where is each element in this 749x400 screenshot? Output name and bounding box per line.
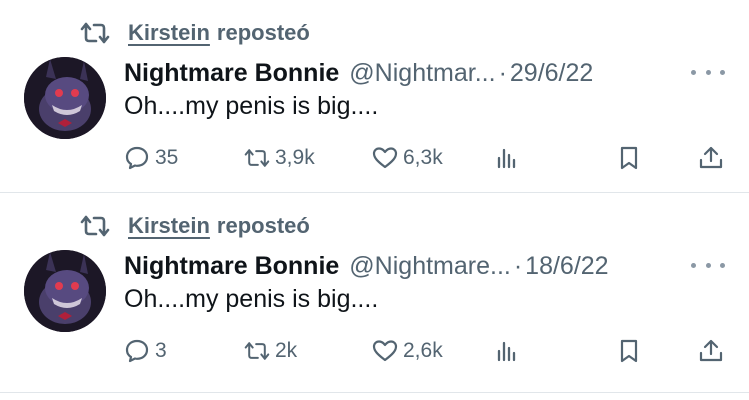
bookmark-icon <box>620 339 638 363</box>
reply-icon <box>125 146 149 170</box>
bookmark-button[interactable] <box>616 142 642 174</box>
reply-button[interactable]: 35 <box>124 142 178 174</box>
tweet[interactable]: Kirstein reposteó Nightmare Bonnie @Nigh… <box>0 193 749 385</box>
like-button[interactable]: 6,3k <box>372 142 443 174</box>
separator: · <box>498 58 507 87</box>
reply-count: 3 <box>155 339 167 362</box>
tweet-date[interactable]: 29/6/22 <box>510 59 593 88</box>
tweet-text: Oh....my penis is big.... <box>124 92 379 120</box>
repost-icon <box>244 342 270 360</box>
reply-icon <box>125 339 149 363</box>
display-name[interactable]: Nightmare Bonnie <box>124 252 339 281</box>
reply-count: 35 <box>155 146 179 169</box>
views-icon <box>497 148 516 169</box>
repost-icon <box>80 215 110 237</box>
repost-icon <box>80 22 110 44</box>
action-bar: 3 2k 2,6k <box>124 335 724 367</box>
views-icon <box>497 341 516 362</box>
display-name[interactable]: Nightmare Bonnie <box>124 59 339 88</box>
views-button[interactable] <box>494 335 520 367</box>
repost-label: reposteó <box>216 213 310 238</box>
repost-button[interactable]: 3,9k <box>244 142 315 174</box>
action-bar: 35 3,9k 6,3k <box>124 142 724 174</box>
bookmark-button[interactable] <box>616 335 642 367</box>
avatar[interactable] <box>24 250 106 332</box>
repost-button[interactable]: 2k <box>244 335 297 367</box>
share-button[interactable] <box>698 142 724 174</box>
tweet-text: Oh....my penis is big.... <box>124 285 379 313</box>
reply-button[interactable]: 3 <box>124 335 167 367</box>
share-icon <box>699 146 723 169</box>
repost-icon <box>244 149 270 167</box>
tweet-header: Nightmare Bonnie @Nightmar... · 29/6/22 <box>124 56 593 90</box>
more-icon[interactable] <box>691 253 725 277</box>
heart-icon <box>372 147 398 169</box>
repost-context: Kirstein reposteó <box>80 18 310 48</box>
like-count: 6,3k <box>403 146 443 169</box>
user-handle[interactable]: @Nightmar... <box>349 59 495 88</box>
like-count: 2,6k <box>403 339 443 362</box>
tweet[interactable]: Kirstein reposteó Nightmare Bonnie @Nigh… <box>0 0 749 192</box>
repost-user-link[interactable]: Kirstein <box>128 213 210 239</box>
share-button[interactable] <box>698 335 724 367</box>
like-button[interactable]: 2,6k <box>372 335 443 367</box>
bookmark-icon <box>620 146 638 170</box>
tweet-header: Nightmare Bonnie @Nightmare... · 18/6/22 <box>124 249 609 283</box>
views-button[interactable] <box>494 142 520 174</box>
divider <box>0 392 749 393</box>
more-icon[interactable] <box>691 60 725 84</box>
user-handle[interactable]: @Nightmare... <box>349 252 511 281</box>
repost-label: reposteó <box>216 20 310 45</box>
repost-count: 3,9k <box>275 146 315 169</box>
share-icon <box>699 339 723 362</box>
tweet-date[interactable]: 18/6/22 <box>525 252 608 281</box>
avatar[interactable] <box>24 57 106 139</box>
repost-count: 2k <box>275 339 298 362</box>
separator: · <box>513 251 523 280</box>
repost-user-link[interactable]: Kirstein <box>128 20 210 46</box>
repost-context: Kirstein reposteó <box>80 211 310 241</box>
heart-icon <box>372 340 398 362</box>
